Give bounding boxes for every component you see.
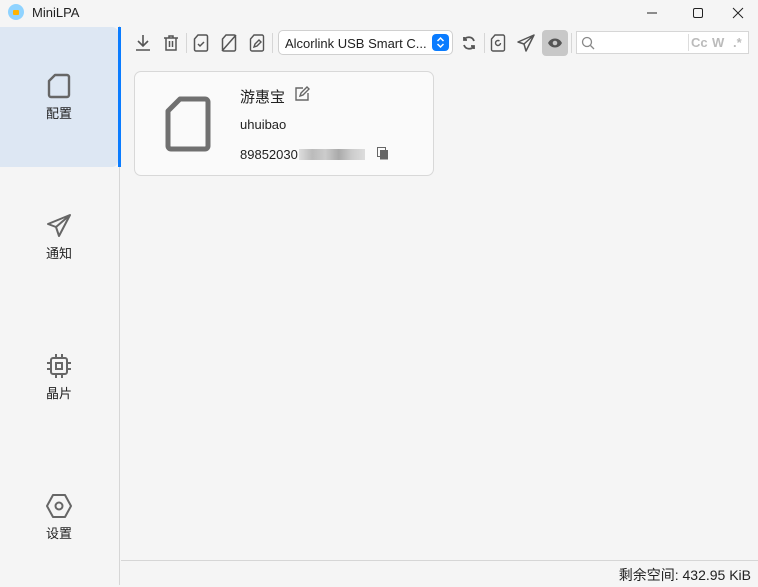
close-button[interactable] [715, 0, 758, 26]
eye-icon [548, 38, 562, 48]
send-icon [517, 34, 535, 52]
sidebar: 配置 通知 晶片 设置 [0, 26, 120, 585]
disable-profile-button[interactable] [216, 30, 242, 56]
toggle-visibility-button[interactable] [542, 30, 568, 56]
sidebar-item-chip[interactable]: 晶片 [0, 307, 118, 447]
rename-profile-button[interactable] [244, 30, 270, 56]
iccid-mask [299, 149, 365, 160]
sim-check-icon [193, 34, 209, 52]
toolbar-divider [186, 33, 187, 53]
search-divider [688, 34, 689, 51]
refresh-profiles-button[interactable] [485, 30, 511, 56]
sidebar-item-profiles[interactable]: 配置 [0, 27, 118, 167]
toolbar-divider [272, 33, 273, 53]
refresh-button[interactable] [456, 30, 482, 56]
card-reader-select[interactable]: Alcorlink USB Smart C... [278, 30, 453, 55]
sidebar-item-label: 设置 [45, 525, 72, 541]
sim-off-icon [221, 34, 237, 52]
delete-button[interactable] [158, 30, 184, 56]
title-bar: MiniLPA [0, 0, 758, 26]
sidebar-item-label: 晶片 [45, 385, 72, 401]
sim-refresh-icon [490, 34, 506, 52]
chevron-up-down-icon [432, 34, 449, 51]
sidebar-item-label: 配置 [45, 105, 72, 121]
settings-icon [46, 493, 72, 518]
search-input[interactable] [597, 34, 687, 51]
profile-provider: uhuibao [240, 117, 287, 132]
copy-icon[interactable] [377, 147, 389, 160]
app-logo-icon [8, 4, 24, 20]
download-icon [136, 35, 150, 51]
toolbar-divider [571, 33, 572, 53]
whole-word-toggle[interactable]: W [712, 35, 724, 50]
card-reader-value: Alcorlink USB Smart C... [285, 36, 427, 51]
edit-icon[interactable] [294, 86, 310, 102]
profile-iccid: 89852030 [240, 147, 298, 162]
active-indicator [118, 27, 121, 167]
free-space-label: 剩余空间: [618, 567, 679, 583]
refresh-icon [463, 36, 475, 50]
chip-icon [47, 353, 71, 378]
search-box: Cc W .* [576, 31, 749, 54]
sidebar-item-label: 通知 [45, 245, 72, 261]
download-button[interactable] [130, 30, 156, 56]
profile-nickname: 游惠宝 [240, 89, 286, 106]
trash-icon [164, 35, 178, 51]
sim-card-icon [47, 73, 71, 98]
profile-card[interactable]: 游惠宝 uhuibao 89852030 [134, 71, 434, 176]
regex-toggle[interactable]: .* [733, 35, 742, 50]
match-case-toggle[interactable]: Cc [691, 35, 708, 50]
send-icon [47, 213, 71, 237]
sidebar-item-notifications[interactable]: 通知 [0, 167, 118, 307]
sim-edit-icon [249, 34, 265, 52]
sidebar-item-settings[interactable]: 设置 [0, 447, 118, 587]
send-notification-button[interactable] [513, 30, 539, 56]
app-title: MiniLPA [32, 5, 80, 20]
sim-card-icon [165, 96, 211, 152]
search-icon [581, 36, 595, 50]
minimize-button[interactable] [629, 0, 675, 26]
free-space-value: 432.95 KiB [682, 567, 752, 583]
enable-profile-button[interactable] [188, 30, 214, 56]
status-bar: 剩余空间: 432.95 KiB [121, 560, 758, 585]
